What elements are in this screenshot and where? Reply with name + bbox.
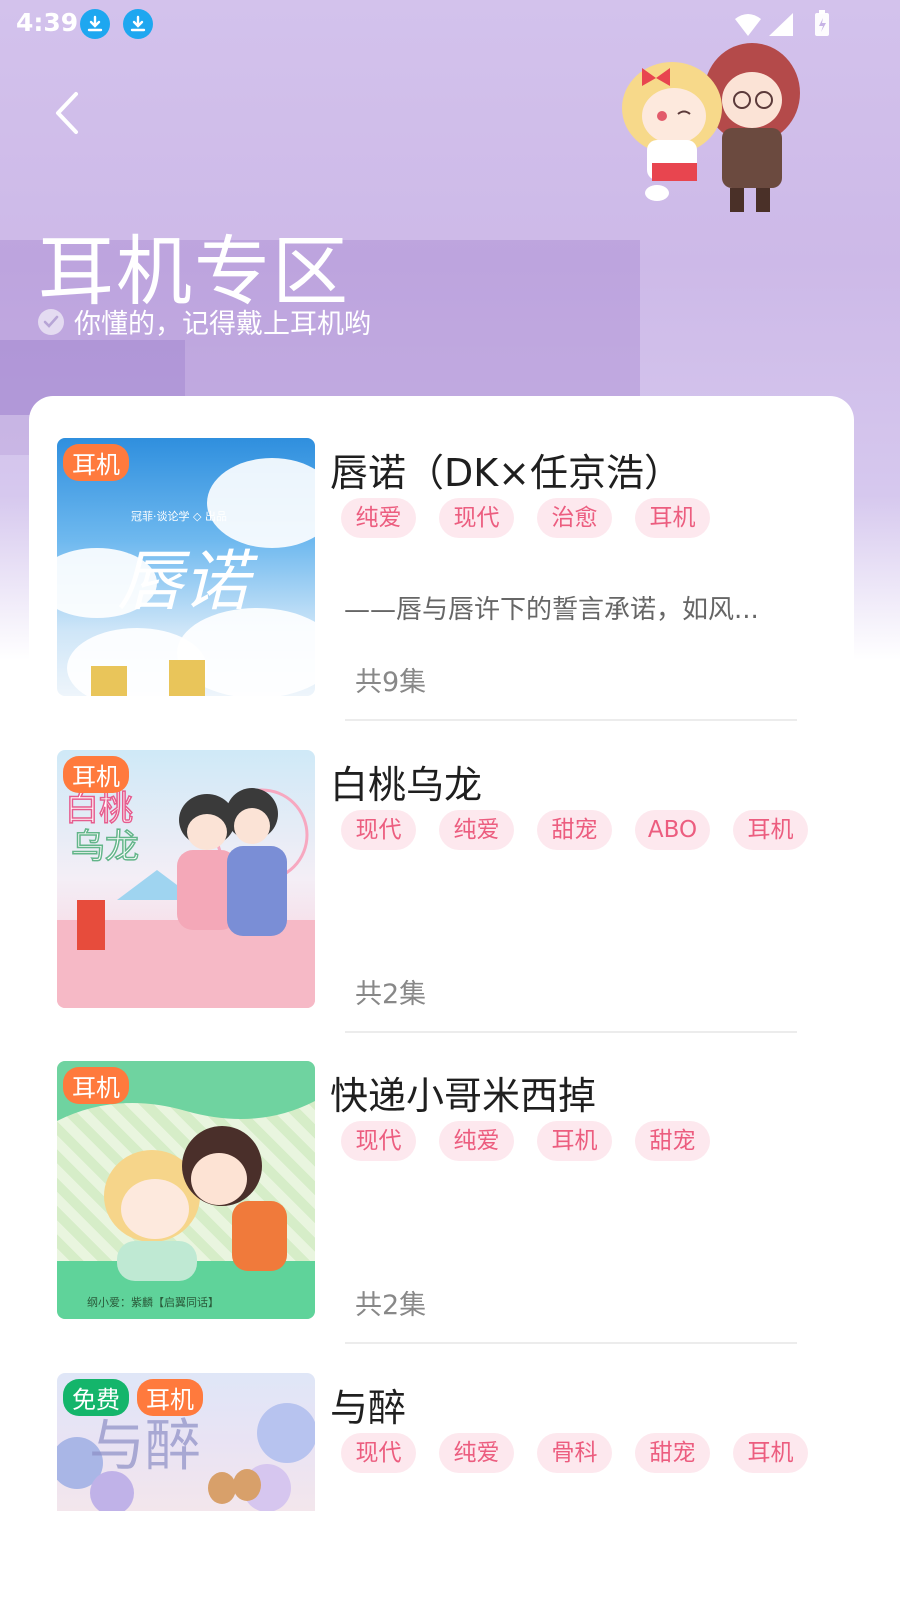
tag[interactable]: 耳机	[537, 1121, 612, 1161]
headphone-badge: 耳机	[63, 444, 129, 481]
svg-text:纲小爱：紫麟【启翼同话】: 纲小爱：紫麟【启翼同话】	[87, 1295, 219, 1309]
tag[interactable]: 纯爱	[439, 1121, 514, 1161]
episode-count: 共2集	[355, 979, 427, 1010]
tag-list: 现代 纯爱 甜宠 ABO 耳机	[341, 810, 829, 854]
tag[interactable]: 纯爱	[439, 810, 514, 850]
tag[interactable]: 现代	[341, 1121, 416, 1161]
tag[interactable]: 治愈	[537, 498, 612, 538]
headphone-badge: 耳机	[63, 1067, 129, 1104]
tag[interactable]: 现代	[439, 498, 514, 538]
badge-group: 耳机	[63, 444, 129, 481]
tag[interactable]: 现代	[341, 810, 416, 850]
item-title[interactable]: 唇诺（DK×任京浩）	[330, 442, 682, 497]
tag[interactable]: 纯爱	[341, 498, 416, 538]
badge-group: 耳机	[63, 756, 129, 793]
list-item[interactable]: 纲小爱：紫麟【启翼同话】 耳机 快递小哥米西掉 现代 纯爱 耳机 甜宠 共2集	[57, 1019, 829, 1344]
check-icon	[38, 308, 64, 335]
item-title[interactable]: 白桃乌龙	[330, 754, 482, 809]
tag[interactable]: 甜宠	[635, 1121, 710, 1161]
chevron-left-icon	[56, 92, 78, 134]
tag-list: 现代 纯爱 骨科 甜宠 耳机	[341, 1433, 829, 1477]
svg-text:白桃: 白桃	[65, 789, 133, 829]
list-item[interactable]: 与醉 免费 耳机 与醉 现代 纯爱 骨科 甜宠 耳机	[57, 1331, 827, 1621]
back-button[interactable]	[48, 88, 88, 138]
item-title[interactable]: 与醉	[330, 1377, 406, 1432]
download-icon	[123, 9, 153, 39]
badge-group: 免费 耳机	[63, 1379, 203, 1416]
tag[interactable]: 骨科	[537, 1433, 612, 1473]
headphone-badge: 耳机	[137, 1379, 203, 1416]
list-item[interactable]: 白桃 乌龙 耳机 白桃乌龙 现代 纯爱 甜宠 ABO 耳机 共2集	[57, 708, 829, 1033]
cover-image[interactable]: 冠菲·谈论学 ◇ 出品 唇诺 耳机	[57, 438, 315, 696]
tag[interactable]: 甜宠	[635, 1433, 710, 1473]
tag-list: 现代 纯爱 耳机 甜宠	[341, 1121, 829, 1165]
cover-title-art: 唇诺	[117, 543, 249, 620]
tag[interactable]: ABO	[635, 810, 710, 850]
svg-text:乌龙: 乌龙	[71, 827, 139, 867]
cover-image[interactable]: 纲小爱：紫麟【启翼同话】 耳机	[57, 1061, 315, 1319]
item-title[interactable]: 快递小哥米西掉	[330, 1065, 596, 1120]
tag[interactable]: 耳机	[635, 498, 710, 538]
tag[interactable]: 甜宠	[537, 810, 612, 850]
tag[interactable]: 耳机	[733, 810, 808, 850]
content-card: 冠菲·谈论学 ◇ 出品 唇诺 耳机 唇诺（DK×任京浩） 纯爱 现代 治愈 耳机 ——…	[29, 396, 854, 1600]
cover-image[interactable]: 与醉 免费 耳机	[57, 1373, 315, 1511]
episode-count: 共9集	[355, 667, 427, 698]
cover-image[interactable]: 白桃 乌龙 耳机	[57, 750, 315, 1008]
headphone-badge: 耳机	[63, 756, 129, 793]
download-icon	[80, 9, 110, 39]
list-item[interactable]: 冠菲·谈论学 ◇ 出品 唇诺 耳机 唇诺（DK×任京浩） 纯爱 现代 治愈 耳机 ——…	[57, 396, 829, 721]
tag-list: 纯爱 现代 治愈 耳机	[341, 498, 829, 542]
status-time: 4:39	[16, 8, 79, 37]
tag[interactable]: 耳机	[733, 1433, 808, 1473]
subtitle-text: 你懂的，记得戴上耳机哟	[74, 309, 371, 340]
badge-group: 耳机	[63, 1067, 129, 1104]
episode-count: 共2集	[355, 1290, 427, 1321]
free-badge: 免费	[63, 1379, 129, 1416]
page-subtitle: 你懂的，记得戴上耳机哟	[38, 302, 371, 341]
tag[interactable]: 纯爱	[439, 1433, 514, 1473]
item-description: ——唇与唇许下的誓言承诺，如风...	[344, 595, 759, 625]
svg-text:与醉: 与醉	[89, 1414, 201, 1479]
mascot-illustration	[612, 28, 812, 218]
tag[interactable]: 现代	[341, 1433, 416, 1473]
